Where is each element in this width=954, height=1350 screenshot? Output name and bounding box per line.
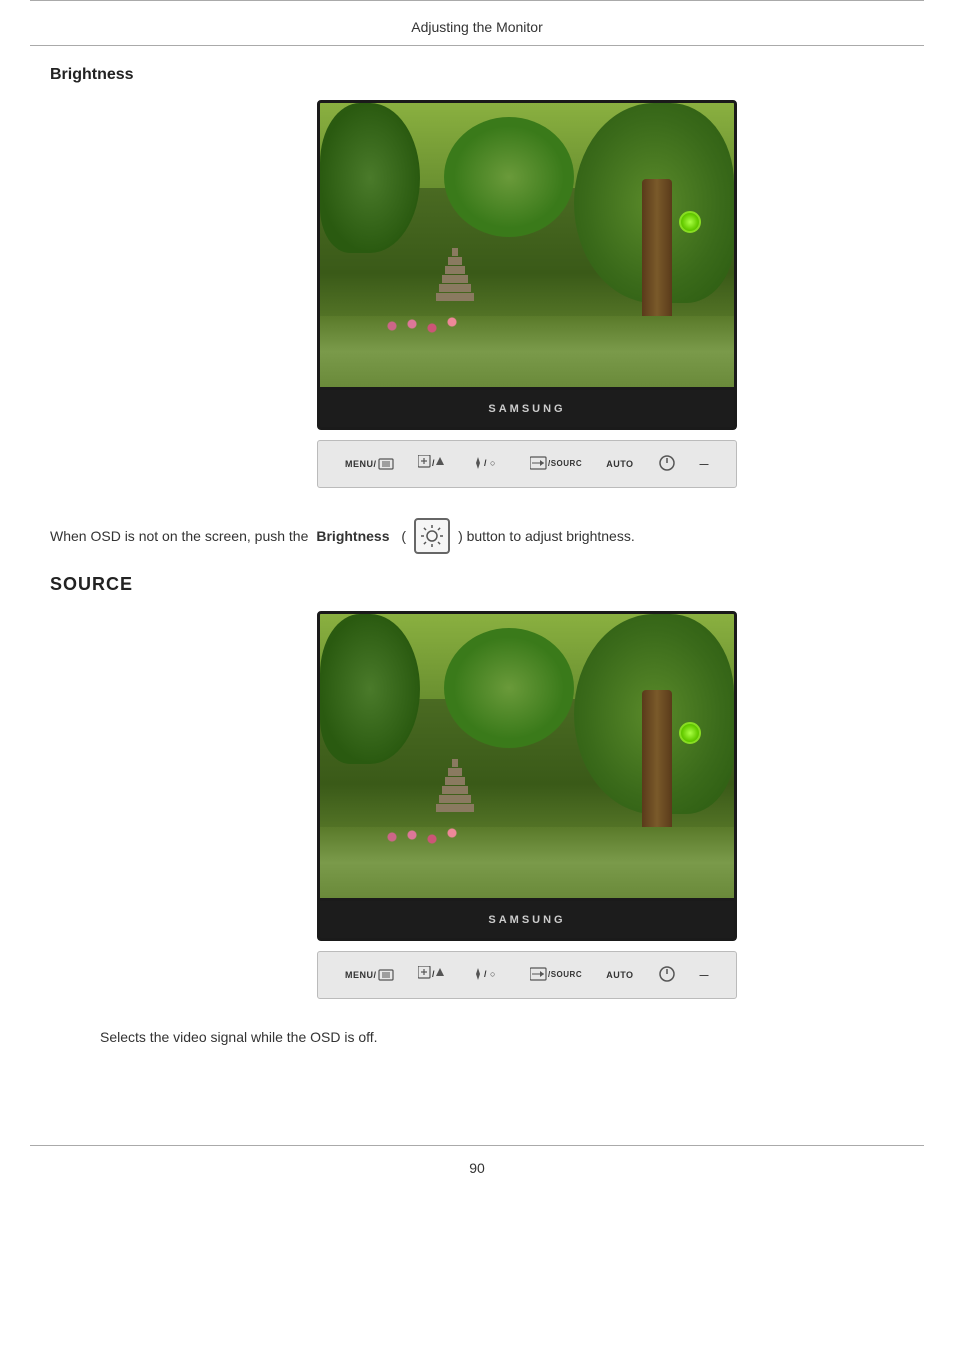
adjust-button-brightness: / (418, 455, 446, 473)
monitor-buttons-brightness: MENU/ / (317, 440, 737, 488)
brightness-button: / ○ (470, 455, 506, 473)
monitor-buttons-source: MENU/ / (317, 951, 737, 999)
adjust-button-source: / (418, 966, 446, 984)
page-number: 90 (0, 1146, 954, 1190)
source-button-source: /SOURCE (530, 966, 582, 984)
brightness-icon (414, 518, 450, 554)
dash-button-brightness: — (699, 459, 709, 469)
svg-text:/: / (432, 969, 435, 979)
svg-text:/: / (432, 458, 435, 468)
monitor-bezel-source: SAMSUNG (317, 901, 737, 941)
svg-text:/ ○: / ○ (484, 458, 496, 468)
power-button-source (658, 965, 676, 985)
brightness-description: When OSD is not on the screen, push the … (50, 518, 904, 554)
menu-button-source: MENU/ (345, 967, 395, 983)
source-section-title: SOURCE (50, 574, 904, 595)
svg-text:/SOURCE: /SOURCE (548, 459, 582, 468)
source-monitor-display: SAMSUNG MENU/ / (150, 611, 904, 999)
monitor-screen-source (317, 611, 737, 901)
monitor-screen-brightness (317, 100, 737, 390)
page-title: Adjusting the Monitor (411, 19, 543, 35)
samsung-logo-source: SAMSUNG (488, 914, 565, 926)
source-button-brightness: /SOURCE (530, 455, 582, 473)
samsung-logo-brightness: SAMSUNG (488, 403, 565, 415)
menu-button-brightness: MENU/ (345, 456, 395, 472)
brightness-button-source: / ○ (470, 966, 506, 984)
auto-button-source: AUTO (606, 970, 633, 980)
brightness-section-title: Brightness (50, 66, 904, 84)
auto-button-brightness: AUTO (606, 459, 633, 469)
power-button-brightness (658, 454, 676, 474)
monitor-bezel-brightness: SAMSUNG (317, 390, 737, 430)
brightness-monitor-display: SAMSUNG MENU/ / (150, 100, 904, 488)
dash-button-source: — (699, 970, 709, 980)
source-description: Selects the video signal while the OSD i… (100, 1029, 904, 1045)
svg-text:/SOURCE: /SOURCE (548, 970, 582, 979)
svg-text:/ ○: / ○ (484, 969, 496, 979)
